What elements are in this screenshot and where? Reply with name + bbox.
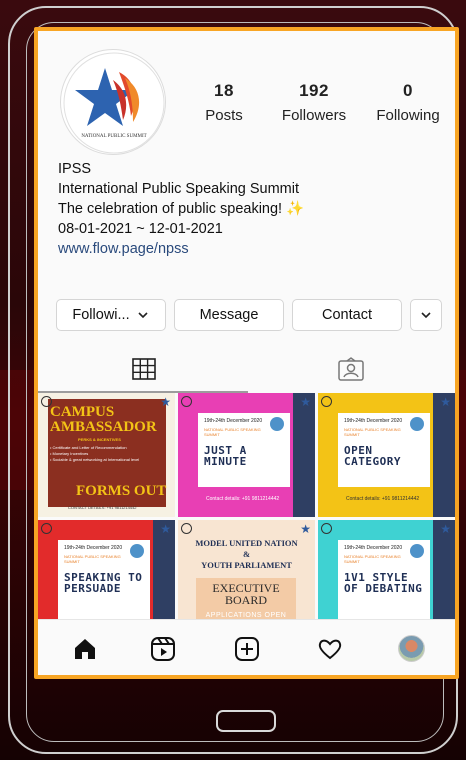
- following-stat[interactable]: 0 Following: [368, 81, 448, 124]
- contact-button-label: Contact: [322, 307, 372, 323]
- post-date: 19th-24th December 2020: [344, 545, 403, 551]
- message-button-label: Message: [199, 307, 259, 323]
- home-button[interactable]: [216, 710, 276, 732]
- sparkle-icon: ✨: [286, 201, 305, 217]
- tagged-icon[interactable]: [338, 357, 364, 381]
- following-button-label: Followi...: [72, 307, 130, 323]
- chevron-down-icon: [138, 312, 148, 319]
- followers-label: Followers: [281, 107, 347, 124]
- new-post-icon[interactable]: [234, 636, 260, 662]
- post-title: SPEAKING TO PERSUADE: [64, 571, 143, 595]
- post-date: 19th-24th December 2020: [344, 418, 403, 424]
- leaf-icon: [130, 544, 144, 558]
- profile-bio: IPSS International Public Speaking Summi…: [58, 159, 304, 259]
- post-title: EXECUTIVE BOARD: [212, 581, 280, 607]
- star-logo-icon: ★: [300, 395, 311, 409]
- following-label: Following: [376, 107, 440, 124]
- profile-screen: NATIONAL PUBLIC SUMMIT 18 Posts 192 Foll…: [38, 31, 455, 675]
- peace-icon: [41, 523, 52, 534]
- post-date: 19th-24th December 2020: [204, 418, 263, 424]
- post-bullets: • Certificate and Letter of Recommendati…: [50, 445, 140, 462]
- post-line2: YOUTH PARLIAMENT: [201, 560, 292, 570]
- message-button[interactable]: Message: [174, 299, 284, 331]
- profile-link[interactable]: www.flow.page/npss: [58, 239, 304, 259]
- profile-full-name: International Public Speaking Summit: [58, 181, 299, 197]
- following-button[interactable]: Followi...: [56, 299, 166, 331]
- post-footer: CONTACT DETAILS: +91 9811214442: [68, 505, 137, 510]
- post-heading: MODEL UNITED NATION & YOUTH PARLIAMENT: [184, 538, 309, 571]
- heart-icon[interactable]: [317, 636, 343, 662]
- star-logo-icon: ★: [440, 522, 451, 536]
- profile-avatar-icon[interactable]: [398, 635, 425, 662]
- peace-icon: [321, 396, 332, 407]
- reels-icon[interactable]: [150, 636, 176, 662]
- posts-count: 18: [214, 81, 234, 100]
- suggested-dropdown-button[interactable]: [410, 299, 442, 331]
- star-logo-icon: ★: [440, 395, 451, 409]
- post-title-bottom: FORMS OUT: [76, 483, 167, 499]
- leaf-icon: [270, 417, 284, 431]
- post-side-stripe: [433, 393, 455, 517]
- post-subtitle: PERKS & INCENTIVES: [78, 437, 121, 442]
- profile-tagline-row: The celebration of public speaking! ✨: [58, 199, 304, 219]
- post-amp: &: [242, 549, 251, 559]
- logo-text: NATIONAL PUBLIC SUMMIT: [81, 134, 147, 139]
- following-count: 0: [403, 81, 413, 100]
- post-title-top: CAMPUS AMBASSADOR: [50, 404, 157, 435]
- profile-avatar[interactable]: NATIONAL PUBLIC SUMMIT: [60, 49, 166, 155]
- contact-button[interactable]: Contact: [292, 299, 402, 331]
- post-org: NATIONAL PUBLIC SPEAKING SUMMIT: [344, 427, 401, 437]
- posts-label: Posts: [205, 107, 243, 124]
- profile-tagline: The celebration of public speaking!: [58, 201, 283, 217]
- profile-tabs: [38, 349, 455, 393]
- profile-stats: 18 Posts 192 Followers 0 Following: [188, 81, 448, 124]
- star-logo-icon: ★: [160, 522, 171, 536]
- post-org: NATIONAL PUBLIC SPEAKING SUMMIT: [204, 427, 261, 437]
- post-org: NATIONAL PUBLIC SPEAKING SUMMIT: [64, 554, 121, 564]
- followers-count: 192: [299, 81, 329, 100]
- star-logo-icon: ★: [300, 522, 311, 536]
- posts-stat[interactable]: 18 Posts: [188, 81, 260, 124]
- post-title: 1V1 STYLE OF DEBATING: [344, 571, 423, 595]
- chevron-down-icon: [421, 312, 431, 319]
- peace-icon: [181, 396, 192, 407]
- leaf-icon: [410, 544, 424, 558]
- post-tile[interactable]: ★ CAMPUS AMBASSADOR PERKS & INCENTIVES •…: [38, 393, 175, 517]
- posts-grid: ★ CAMPUS AMBASSADOR PERKS & INCENTIVES •…: [38, 393, 455, 644]
- post-org: NATIONAL PUBLIC SPEAKING SUMMIT: [344, 554, 401, 564]
- profile-dates: 08-01-2021 ~ 12-01-2021: [58, 221, 223, 237]
- post-tile[interactable]: ★ 19th-24th December 2020 NATIONAL PUBLI…: [178, 393, 315, 517]
- peace-icon: [321, 523, 332, 534]
- post-side-stripe: [293, 393, 315, 517]
- post-title: OPEN CATEGORY: [344, 444, 401, 468]
- profile-actions: Followi... Message Contact: [56, 299, 442, 331]
- peace-icon: [181, 523, 192, 534]
- post-contact: Contact details: +91 9811214442: [206, 496, 280, 502]
- profile-name: IPSS: [58, 161, 92, 177]
- post-contact: Contact details: +91 9811214442: [346, 496, 420, 502]
- screen-border: NATIONAL PUBLIC SUMMIT 18 Posts 192 Foll…: [34, 27, 459, 679]
- post-date: 19th-24th December 2020: [64, 545, 123, 551]
- post-line1: MODEL UNITED NATION: [195, 538, 298, 548]
- home-icon[interactable]: [72, 636, 98, 662]
- grid-icon[interactable]: [132, 358, 156, 380]
- followers-stat[interactable]: 192 Followers: [260, 81, 368, 124]
- leaf-icon: [410, 417, 424, 431]
- bottom-nav: [38, 619, 455, 675]
- post-title: JUST A MINUTE: [204, 444, 247, 468]
- post-tile[interactable]: ★ 19th-24th December 2020 NATIONAL PUBLI…: [318, 393, 455, 517]
